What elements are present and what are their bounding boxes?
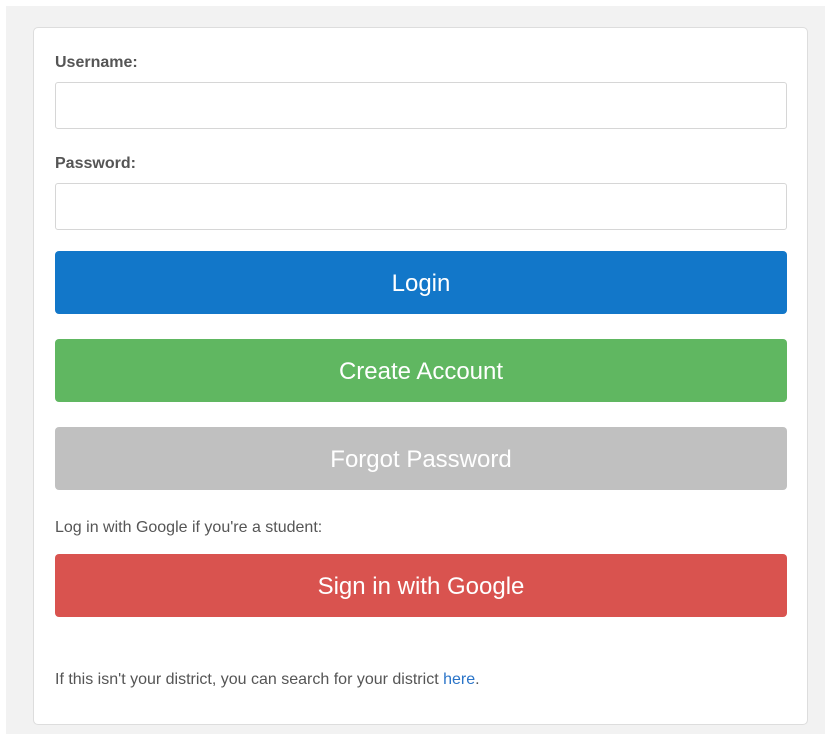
district-search-text: If this isn't your district, you can sea…	[55, 671, 444, 688]
district-search-note: If this isn't your district, you can sea…	[55, 670, 480, 690]
password-label: Password:	[55, 155, 136, 172]
create-account-button[interactable]: Create Account	[55, 339, 787, 402]
google-login-prompt: Log in with Google if you're a student:	[55, 519, 323, 536]
password-input[interactable]	[55, 183, 787, 230]
login-card: Username: Password: Login Create Account…	[33, 27, 808, 725]
username-input[interactable]	[55, 82, 787, 129]
google-signin-button[interactable]: Sign in with Google	[55, 554, 787, 617]
district-search-link[interactable]: here	[443, 671, 475, 688]
forgot-password-button[interactable]: Forgot Password	[55, 427, 787, 490]
district-search-period: .	[475, 671, 480, 688]
login-button[interactable]: Login	[55, 251, 787, 314]
username-label: Username:	[55, 54, 138, 71]
